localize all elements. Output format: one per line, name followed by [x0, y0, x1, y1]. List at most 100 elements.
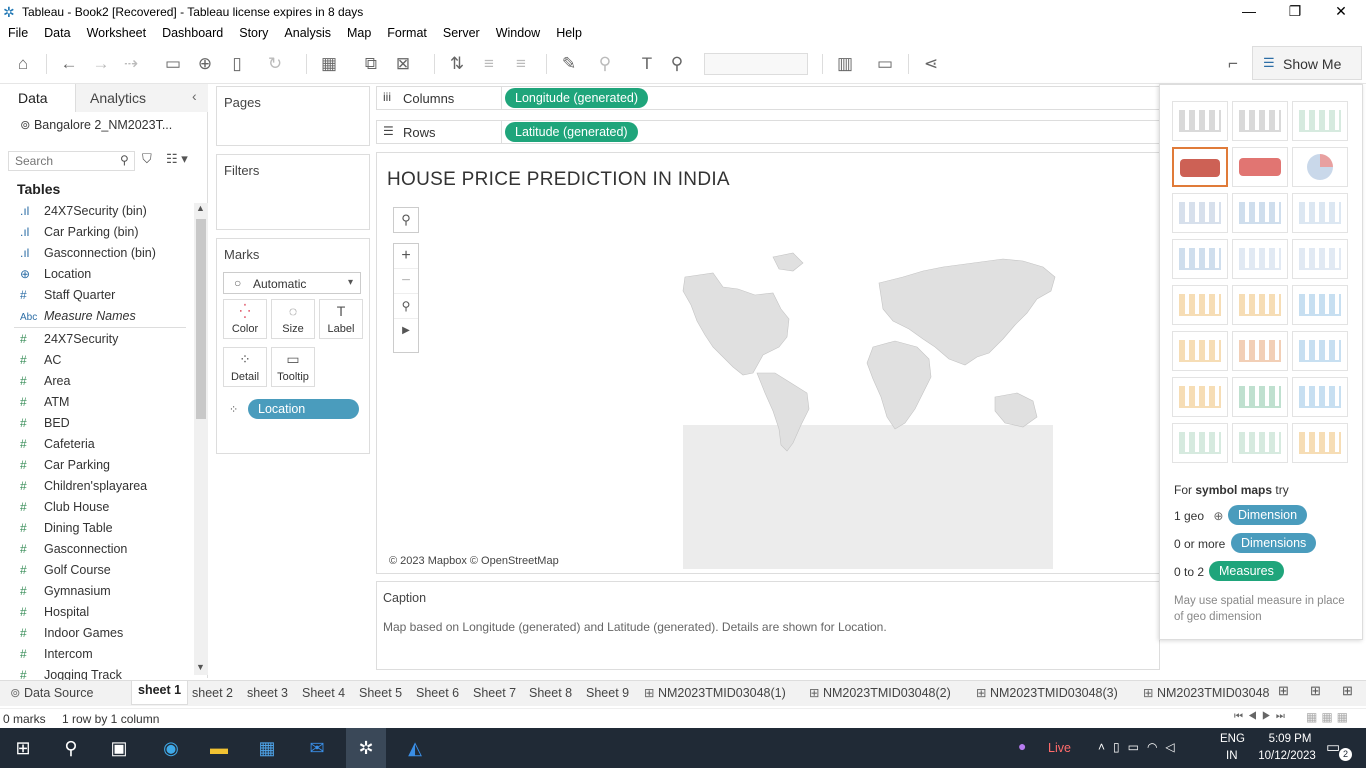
- filter-icon[interactable]: ⛉: [142, 151, 152, 167]
- sort-ascending-icon[interactable]: ≡: [478, 54, 500, 74]
- live-label[interactable]: Live: [1048, 741, 1071, 755]
- scrollbar-thumb[interactable]: [196, 219, 206, 419]
- marks-color-button[interactable]: ⁛ Color: [223, 299, 267, 339]
- windows-start-icon[interactable]: ⊞: [10, 736, 36, 760]
- labels-icon[interactable]: T: [636, 54, 658, 74]
- tab-dashboard[interactable]: ⊞ NM2023TMID03048(3): [970, 684, 1124, 704]
- tab-sheet-1[interactable]: sheet 1: [131, 681, 189, 705]
- tab-sheet-8[interactable]: Sheet 8: [523, 684, 578, 704]
- menu-data[interactable]: Data: [36, 24, 78, 40]
- marks-label-button[interactable]: T Label: [319, 299, 363, 339]
- menu-window[interactable]: Window: [488, 24, 548, 40]
- map-area[interactable]: © 2023 Mapbox © OpenStreetMap: [383, 197, 1155, 569]
- tab-dashboard[interactable]: ⊞ NM2023TMID03048: [1137, 684, 1271, 704]
- tab-analytics[interactable]: Analytics ‹: [76, 84, 208, 112]
- map-expand-icon[interactable]: ▶: [394, 319, 418, 344]
- new-dashboard-tab-icon[interactable]: ⊞: [1310, 683, 1321, 699]
- field-measure[interactable]: # BED: [20, 416, 185, 437]
- duplicate-icon[interactable]: ⧉: [360, 54, 382, 74]
- group-icon[interactable]: ⚲: [594, 54, 616, 74]
- chart-type-thumbnail[interactable]: [1292, 285, 1348, 325]
- field-dimension[interactable]: .ıl 24X7Security (bin): [20, 204, 185, 225]
- marks-size-button[interactable]: ◌ Size: [271, 299, 315, 339]
- clock-date[interactable]: 10/12/2023: [1252, 750, 1322, 762]
- highlight-icon[interactable]: ✎: [558, 54, 580, 74]
- pin-icon[interactable]: ⚲: [666, 54, 688, 74]
- chart-type-thumbnail[interactable]: [1172, 377, 1228, 417]
- scroll-up-icon[interactable]: ▲: [196, 203, 205, 213]
- view-toggle-icon[interactable]: ▦▦▦: [1306, 710, 1352, 724]
- show-cards-icon[interactable]: ▥: [834, 54, 856, 74]
- chart-type-thumbnail[interactable]: [1232, 193, 1288, 233]
- share-icon[interactable]: ⋖: [920, 54, 942, 74]
- search-input[interactable]: [9, 152, 113, 170]
- fit-dropdown[interactable]: [704, 53, 808, 75]
- menu-worksheet[interactable]: Worksheet: [79, 24, 155, 40]
- task-view-icon[interactable]: ▣: [106, 736, 132, 760]
- chart-type-thumbnail[interactable]: [1172, 193, 1228, 233]
- scroll-down-icon[interactable]: ▼: [196, 662, 205, 672]
- swap-icon[interactable]: ⇅: [446, 54, 468, 74]
- field-measure[interactable]: # Gymnasium: [20, 584, 185, 605]
- search-box[interactable]: ⚲: [8, 151, 135, 171]
- chart-type-thumbnail[interactable]: [1232, 331, 1288, 371]
- menu-server[interactable]: Server: [435, 24, 488, 40]
- replay-icon[interactable]: ⇢: [120, 54, 142, 74]
- pages-shelf[interactable]: Pages: [216, 86, 370, 146]
- field-measure[interactable]: # Hospital: [20, 605, 185, 626]
- new-story-tab-icon[interactable]: ⊞: [1342, 683, 1353, 699]
- chart-type-thumbnail[interactable]: [1232, 147, 1288, 187]
- undo-icon[interactable]: ←: [58, 54, 80, 74]
- columns-shelf[interactable]: iii Columns Longitude (generated): [376, 86, 1160, 110]
- menu-story[interactable]: Story: [231, 24, 276, 40]
- edge-icon[interactable]: ◉: [158, 736, 184, 760]
- restore-icon[interactable]: ❐: [1272, 0, 1318, 24]
- clock-time[interactable]: 5:09 PM: [1262, 733, 1318, 745]
- tab-sheet-4[interactable]: Sheet 4: [296, 684, 351, 704]
- menu-map[interactable]: Map: [339, 24, 379, 40]
- chart-type-thumbnail[interactable]: [1232, 239, 1288, 279]
- field-dimension[interactable]: .ıl Car Parking (bin): [20, 225, 185, 246]
- store-icon[interactable]: ▦: [254, 736, 280, 760]
- chart-type-thumbnail[interactable]: [1232, 285, 1288, 325]
- field-measure[interactable]: # Gasconnection: [20, 542, 185, 563]
- clear-icon[interactable]: ⊠: [392, 54, 414, 74]
- field-measure[interactable]: # AC: [20, 353, 185, 374]
- tab-dashboard[interactable]: ⊞ NM2023TMID03048(1): [638, 684, 792, 704]
- field-measure[interactable]: # Children'splayarea: [20, 479, 185, 500]
- chart-type-thumbnail[interactable]: [1232, 423, 1288, 463]
- chart-type-thumbnail[interactable]: [1292, 423, 1348, 463]
- menu-analysis[interactable]: Analysis: [276, 24, 339, 40]
- scrollbar[interactable]: ▲ ▼: [194, 203, 208, 675]
- tab-sheet-3[interactable]: sheet 3: [241, 684, 294, 704]
- chart-type-thumbnail[interactable]: [1172, 147, 1228, 187]
- menu-help[interactable]: Help: [548, 24, 590, 40]
- system-tray-icons[interactable]: ˄▯▭◠◁: [1098, 740, 1183, 754]
- refresh-icon[interactable]: ↻: [264, 54, 286, 74]
- new-worksheet-icon[interactable]: ▦: [318, 54, 340, 74]
- photos-icon[interactable]: ◭: [402, 736, 428, 760]
- save-icon[interactable]: ▭: [162, 54, 184, 74]
- menu-dashboard[interactable]: Dashboard: [154, 24, 231, 40]
- tab-dashboard[interactable]: ⊞ NM2023TMID03048(2): [803, 684, 957, 704]
- chart-type-thumbnail[interactable]: [1232, 377, 1288, 417]
- sheet-nav-icon[interactable]: ⏮◀▶⏭: [1234, 711, 1290, 722]
- chart-type-thumbnail[interactable]: [1292, 377, 1348, 417]
- chart-type-thumbnail[interactable]: [1172, 423, 1228, 463]
- tab-sheet-6[interactable]: Sheet 6: [410, 684, 465, 704]
- field-dimension[interactable]: # Staff Quarter: [20, 288, 185, 309]
- chart-type-thumbnail[interactable]: [1292, 193, 1348, 233]
- field-measure[interactable]: # Car Parking: [20, 458, 185, 479]
- chart-type-thumbnail[interactable]: [1172, 239, 1228, 279]
- menu-format[interactable]: Format: [379, 24, 435, 40]
- field-measure[interactable]: # Intercom: [20, 647, 185, 668]
- presentation-icon[interactable]: ▭: [874, 54, 896, 74]
- chart-type-thumbnail[interactable]: [1292, 147, 1348, 187]
- field-measure[interactable]: # Club House: [20, 500, 185, 521]
- rows-shelf[interactable]: ☰ Rows Latitude (generated): [376, 120, 1160, 144]
- tab-sheet-7[interactable]: Sheet 7: [467, 684, 522, 704]
- tab-data[interactable]: Data: [0, 84, 76, 112]
- field-measure[interactable]: # Area: [20, 374, 185, 395]
- pause-updates-icon[interactable]: ▯: [226, 54, 248, 74]
- zoom-out-icon[interactable]: −: [394, 269, 418, 294]
